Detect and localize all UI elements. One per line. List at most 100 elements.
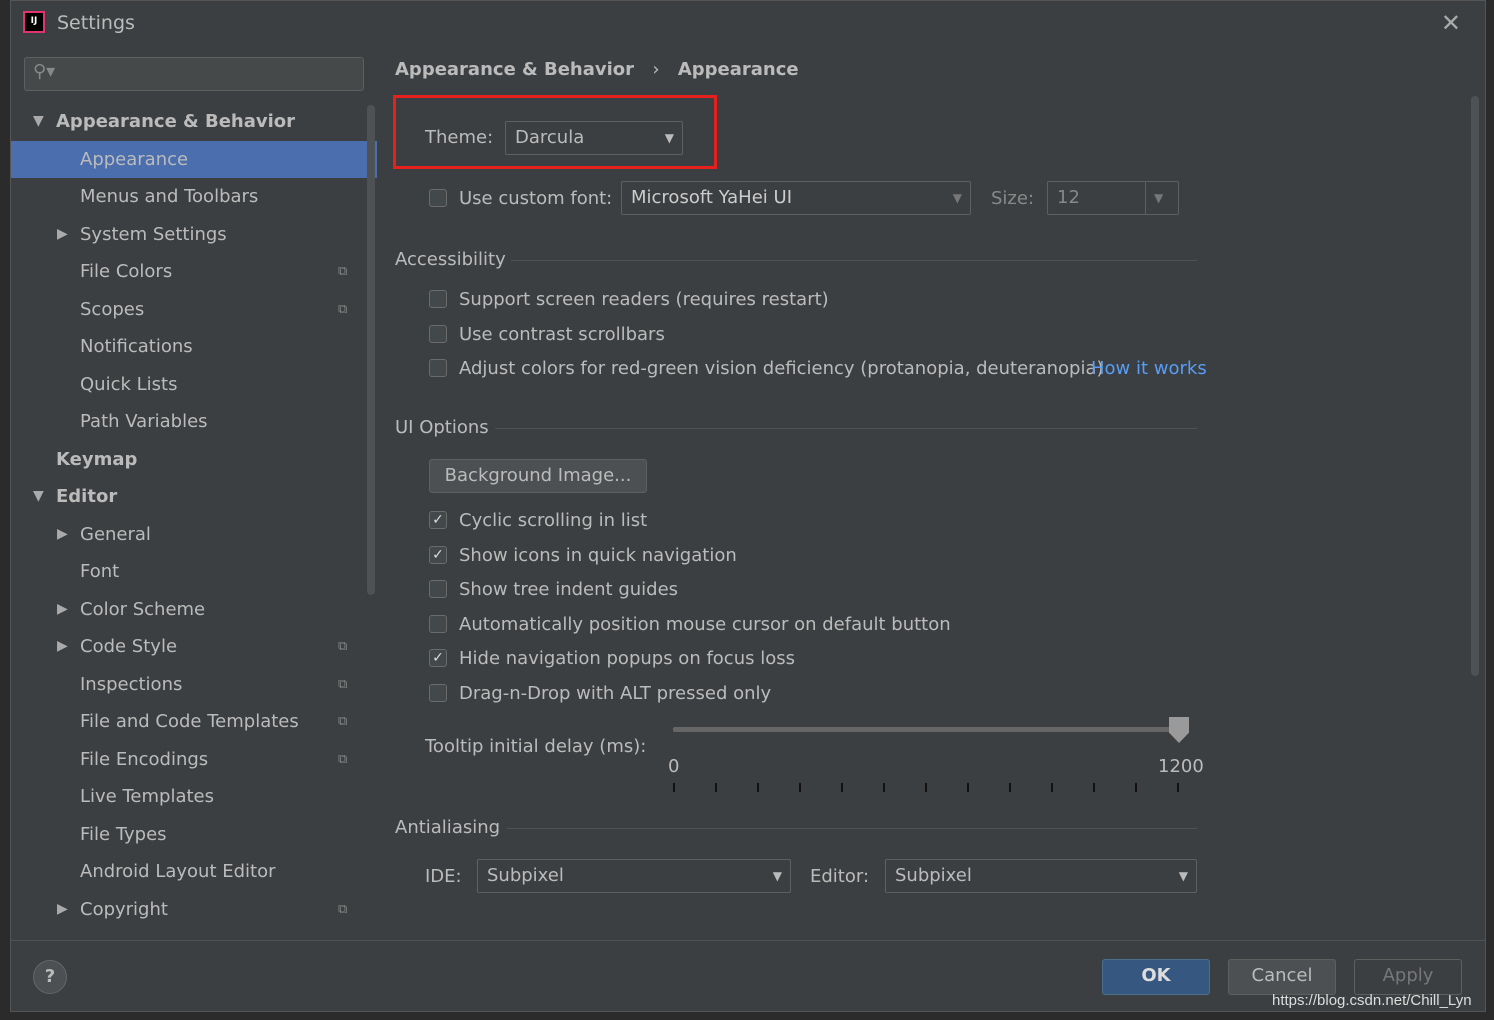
sidebar-item-label: Path Variables — [80, 411, 208, 432]
collapse-arrow-icon[interactable]: ▶ — [57, 591, 68, 629]
tooltip-delay-slider[interactable] — [673, 727, 1179, 732]
option-checkbox[interactable] — [429, 359, 447, 377]
slider-max-label: 1200 — [1158, 756, 1204, 777]
collapse-arrow-icon[interactable]: ▶ — [57, 516, 68, 554]
sidebar-item[interactable]: ▶ Color Scheme — [11, 591, 377, 629]
collapse-arrow-icon[interactable]: ▶ — [57, 628, 68, 666]
project-scope-icon: ⧉ — [338, 676, 348, 692]
sidebar-item[interactable]: Appearance — [11, 140, 377, 178]
sidebar-item[interactable]: File Colors ⧉ — [11, 253, 377, 291]
cancel-button[interactable]: Cancel — [1228, 959, 1336, 995]
option-checkbox[interactable] — [429, 324, 447, 343]
option-label: Support screen readers (requires restart… — [459, 289, 829, 310]
collapse-arrow-icon[interactable]: ▶ — [57, 216, 68, 254]
sidebar-item[interactable]: ▶ System Settings — [11, 216, 377, 254]
sidebar-item[interactable]: ▼ Editor — [11, 478, 377, 516]
chevron-down-icon[interactable]: ▼ — [1145, 182, 1178, 214]
expand-arrow-icon[interactable]: ▼ — [33, 103, 44, 141]
main-panel: Appearance & Behavior › Appearance Theme… — [377, 45, 1483, 940]
how-it-works-link[interactable]: How it works — [1091, 358, 1207, 379]
slider-tick — [1093, 783, 1095, 792]
help-button[interactable]: ? — [33, 960, 67, 994]
size-value: 12 — [1057, 187, 1080, 208]
search-input[interactable]: ⚲▾ — [24, 57, 364, 91]
slider-thumb[interactable] — [1169, 717, 1189, 743]
ok-button[interactable]: OK — [1102, 959, 1210, 995]
apply-button[interactable]: Apply — [1354, 959, 1462, 995]
sidebar-item-label: System Settings — [80, 223, 227, 245]
option-checkbox[interactable] — [429, 580, 447, 598]
sidebar-item[interactable]: File and Code Templates ⧉ — [11, 703, 377, 741]
slider-tick — [841, 783, 843, 792]
background-image-button[interactable]: Background Image... — [429, 459, 647, 493]
sidebar-item[interactable]: Notifications — [11, 328, 377, 366]
sidebar-item[interactable]: ▶ Code Style ⧉ — [11, 628, 377, 666]
collapse-arrow-icon[interactable]: ▶ — [57, 891, 68, 929]
accessibility-heading: Accessibility — [395, 249, 506, 270]
sidebar-item[interactable]: Quick Lists — [11, 366, 377, 404]
sidebar-item[interactable]: ▶ Copyright ⧉ — [11, 891, 377, 929]
slider-tick — [967, 783, 969, 792]
slider-tick — [757, 783, 759, 792]
option-label: Hide navigation popups on focus loss — [459, 648, 795, 669]
option-checkbox[interactable]: ✓ — [429, 511, 447, 529]
option-checkbox[interactable]: ✓ — [429, 545, 447, 564]
option-label: Drag-n-Drop with ALT pressed only — [459, 682, 772, 704]
slider-tick — [673, 783, 675, 792]
sidebar-item[interactable]: Android Layout Editor — [11, 853, 377, 891]
sidebar-item-label: Inspections — [80, 673, 183, 695]
breadcrumb-separator: › — [652, 59, 660, 80]
sidebar-item[interactable]: Keymap — [11, 441, 377, 479]
sidebar-item-label: Scopes — [80, 298, 145, 320]
chevron-down-icon: ▼ — [772, 869, 782, 883]
sidebar-item[interactable]: Font — [11, 553, 377, 591]
sidebar-item-label: File Encodings — [80, 748, 209, 770]
size-field[interactable]: 12 ▼ — [1047, 181, 1179, 215]
project-scope-icon: ⧉ — [338, 639, 348, 654]
search-icon: ⚲▾ — [33, 61, 56, 82]
project-scope-icon: ⧉ — [338, 751, 348, 767]
editor-antialiasing-dropdown[interactable]: Subpixel ▼ — [885, 859, 1197, 893]
sidebar-item-label: Android Layout Editor — [80, 861, 276, 882]
option-checkbox[interactable] — [429, 290, 447, 308]
option-checkbox[interactable]: ✓ — [429, 649, 447, 667]
ide-antialiasing-dropdown[interactable]: Subpixel ▼ — [477, 859, 791, 893]
window-title: Settings — [57, 12, 135, 34]
option-checkbox[interactable] — [429, 683, 447, 702]
sidebar-item[interactable]: Path Variables — [11, 403, 377, 441]
option-label: Cyclic scrolling in list — [459, 510, 648, 531]
sidebar-item[interactable]: Live Templates — [11, 778, 377, 816]
font-dropdown[interactable]: Microsoft YaHei UI ▼ — [621, 181, 971, 215]
option-label: Show icons in quick navigation — [459, 544, 737, 566]
antialiasing-heading: Antialiasing — [395, 817, 501, 838]
option-label: Show tree indent guides — [459, 579, 679, 600]
project-scope-icon: ⧉ — [338, 301, 348, 317]
sidebar-scrollbar[interactable] — [367, 105, 375, 595]
option-checkbox[interactable] — [429, 614, 447, 633]
sidebar-item[interactable]: File Types — [11, 816, 377, 854]
option-label: Automatically position mouse cursor on d… — [459, 613, 951, 635]
font-value: Microsoft YaHei UI — [631, 187, 792, 208]
expand-arrow-icon[interactable]: ▼ — [33, 478, 44, 516]
option-label: Use contrast scrollbars — [459, 323, 665, 345]
sidebar-item-label: Appearance — [80, 148, 189, 170]
sidebar-item-label: Menus and Toolbars — [80, 186, 259, 207]
sidebar: ⚲▾ ▼ Appearance & Behavior Appearance Menus… — [11, 45, 377, 940]
title-bar: IJ Settings ✕ — [11, 1, 1485, 45]
highlight-box — [393, 95, 717, 169]
sidebar-item[interactable]: Inspections ⧉ — [11, 666, 377, 704]
close-icon[interactable]: ✕ — [1441, 9, 1461, 37]
editor-value: Subpixel — [895, 865, 972, 886]
sidebar-item-label: File Colors — [80, 261, 173, 282]
sidebar-item[interactable]: ▶ General — [11, 516, 377, 554]
sidebar-item[interactable]: File Encodings ⧉ — [11, 741, 377, 779]
sidebar-item[interactable]: Menus and Toolbars — [11, 178, 377, 216]
chevron-down-icon: ▼ — [952, 191, 962, 205]
main-scrollbar[interactable] — [1471, 96, 1479, 676]
sidebar-item[interactable]: ▼ Appearance & Behavior — [11, 103, 377, 141]
breadcrumb-current: Appearance — [677, 59, 799, 80]
custom-font-checkbox[interactable] — [429, 189, 447, 207]
breadcrumb-parent[interactable]: Appearance & Behavior — [395, 59, 634, 80]
editor-label: Editor: — [810, 866, 870, 887]
sidebar-item[interactable]: Scopes ⧉ — [11, 291, 377, 329]
